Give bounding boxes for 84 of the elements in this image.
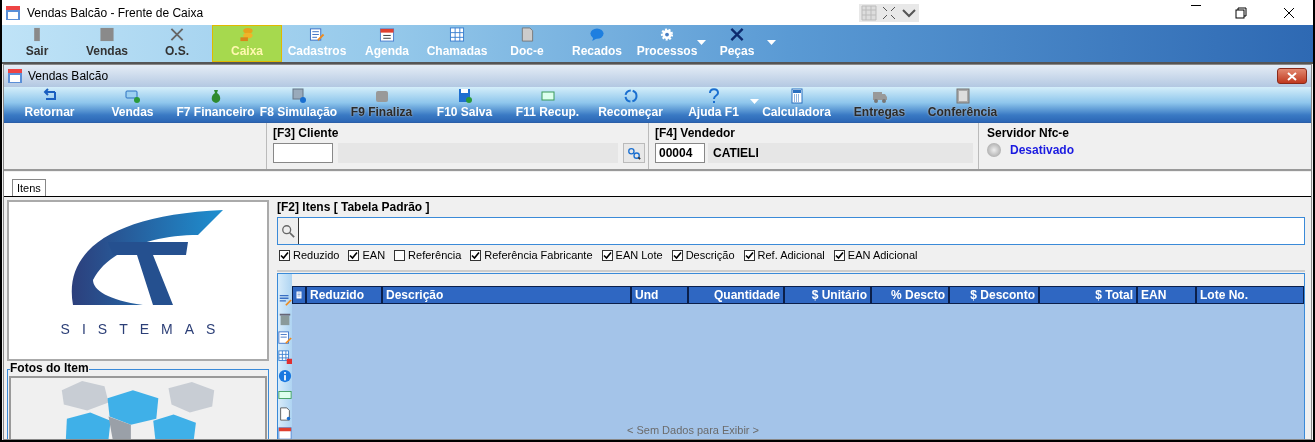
menu-item[interactable]: Sair [2,25,72,62]
search-icon [281,224,295,238]
section-title: [F2] Itens [ Tabela Padrão ] [277,200,431,214]
check-icon [744,250,754,260]
document-icon [519,27,535,42]
panel-icon [278,388,292,402]
search-client-button[interactable] [623,143,645,163]
caret-icon[interactable] [697,40,706,45]
snap-toolbar[interactable] [859,3,920,22]
gear-icon [659,27,675,42]
column-header[interactable]: $ Total [1040,287,1138,303]
check-icon [834,250,844,260]
column-header[interactable]: % Descto [872,287,950,303]
filter-checkbox[interactable]: Referência Fabricante [470,249,593,261]
document-icon [954,88,971,104]
toolbar-button[interactable]: F8 Simulação [257,87,340,122]
tab[interactable]: Itens [12,179,46,196]
column-header[interactable]: Descrição [383,287,632,303]
caret-icon[interactable] [767,40,776,45]
client-code-field[interactable] [273,143,333,163]
check-icon [280,250,289,260]
list-pencil-icon [278,331,292,345]
expand-icon [881,4,898,21]
caret-icon[interactable] [750,99,759,104]
check-icon [602,250,612,260]
calendar-icon [278,426,292,439]
minimize-icon[interactable] [1191,4,1201,6]
toolbar-button[interactable]: F7 Financeiro [174,87,257,122]
column-header[interactable]: EAN [1138,287,1197,303]
toolbar-button[interactable]: F11 Recup. [506,87,589,122]
calendar-icon [379,27,395,42]
speech-bubble-icon [589,27,605,42]
filter-checkbox[interactable]: Ref. Adicional [743,249,825,261]
status-text: Desativado [1010,143,1075,157]
grid-icon [861,4,878,21]
filter-checkbox[interactable]: EAN [348,249,386,261]
check-icon [672,250,682,260]
grid-icon [449,27,465,42]
window-title: Vendas Balcão - Frente de Caixa [27,5,204,20]
filter-checkbox[interactable]: EAN Adicional [833,249,918,261]
check-icon [471,250,481,260]
panel-icon [539,88,556,104]
close-icon [1287,71,1297,81]
box-icon [373,88,390,104]
column-header[interactable]: Und [632,287,689,303]
field-label: [F4] Vendedor [655,126,736,140]
column-header[interactable]: $ Unitário [785,287,872,303]
list-icon [295,289,303,301]
trash-icon [278,312,292,326]
menu-item[interactable]: Vendas [72,25,142,62]
toolbar-button[interactable]: Calculadora [755,87,838,122]
document-icon [278,407,292,421]
filter-checkbox[interactable]: EAN Lote [601,249,663,261]
coins-icon [239,27,255,42]
restore-icon [1233,4,1249,21]
square-icon [99,27,115,42]
link-search-icon [627,146,641,160]
column-header[interactable]: Lote No. [1197,287,1303,303]
logo-text: SISTEMAS [60,321,228,338]
toolbar-button[interactable]: Vendas [91,87,174,122]
calculator-icon [788,88,805,104]
list-pencil-icon [309,27,325,42]
column-header[interactable]: Reduzido [307,287,383,303]
menu-item[interactable]: O.S. [142,25,212,62]
seller-code-field[interactable]: 00004 [655,143,705,163]
empty-message: < Sem Dados para Exibir > [626,424,760,436]
seller-name-field: CATIELI [708,143,973,163]
column-header[interactable]: $ Desconto [950,287,1040,303]
toolbar-button[interactable]: Recomeçar [589,87,672,122]
toolbar-button[interactable]: F10 Salva [423,87,506,122]
check-icon [349,250,359,260]
field-label: Servidor Nfc-e [987,126,1071,140]
info-icon [278,369,292,383]
close-button[interactable] [1277,68,1307,84]
filter-checkbox[interactable]: Reduzido [279,249,340,261]
toolbar-button[interactable]: Retornar [8,87,91,122]
toolbar-button[interactable]: Ajuda F1 [672,87,755,122]
search-field[interactable] [277,217,1305,245]
window-title: Vendas Balcão [28,69,109,83]
filter-checkbox[interactable]: Descrição [671,249,735,261]
filter-checkbox[interactable]: Referência [394,249,462,261]
menu-item[interactable]: Peças [702,25,772,62]
field-label: [F3] Cliente [273,126,340,140]
column-header[interactable]: Quantidade [689,287,785,303]
